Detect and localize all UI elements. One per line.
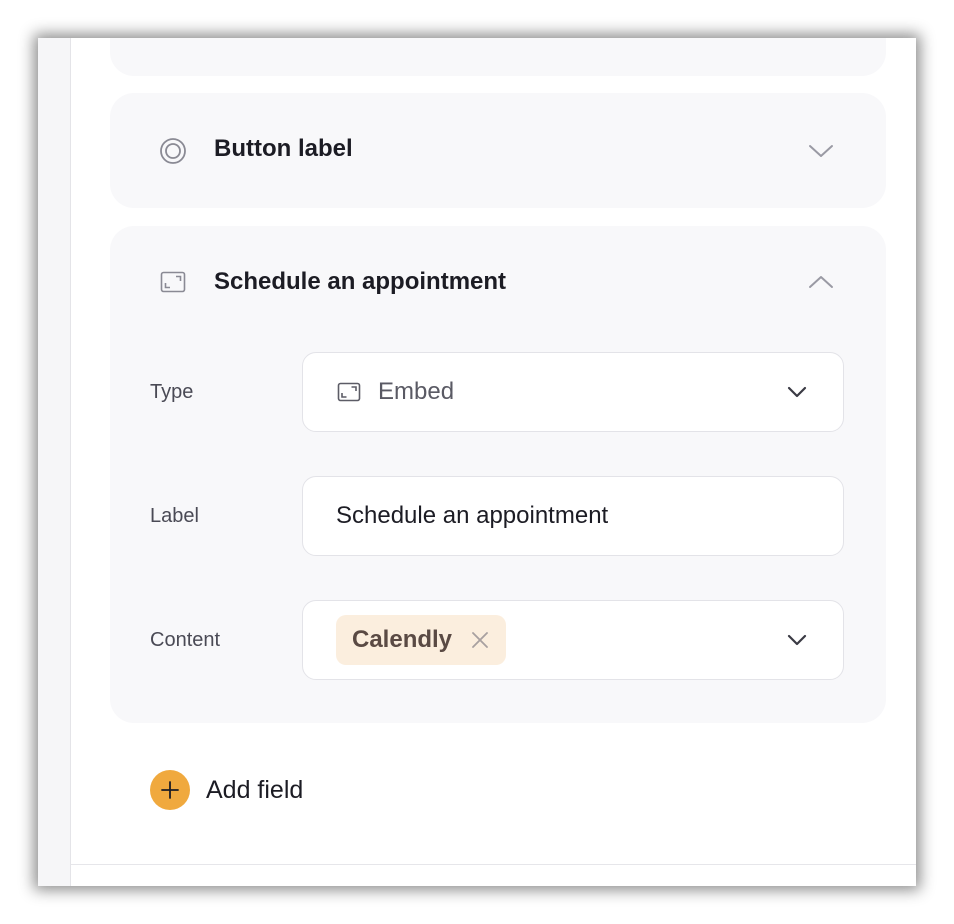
section-header[interactable]: Button label (110, 131, 886, 171)
add-field-label: Add field (206, 775, 304, 804)
label-field-label: Label (150, 505, 199, 527)
type-select[interactable]: Embed (302, 352, 844, 432)
chevron-up-icon[interactable] (806, 267, 836, 297)
section-button-label[interactable]: Button label (110, 93, 886, 208)
chip-label: Calendly (352, 626, 453, 653)
label-input[interactable]: Schedule an appointment (302, 476, 844, 556)
add-field-button[interactable]: Add field (150, 770, 303, 810)
label-input-value: Schedule an appointment (336, 502, 609, 529)
content-label: Content (150, 629, 221, 651)
settings-panel: Button label Schedule an appointment Typ… (38, 38, 916, 886)
remove-chip-icon[interactable] (470, 630, 490, 650)
previous-section-card (110, 38, 886, 76)
section-header[interactable]: Schedule an appointment (110, 263, 886, 303)
left-sidebar-edge (38, 38, 71, 886)
content-chip: Calendly (336, 615, 507, 665)
content-select[interactable]: Calendly (302, 600, 844, 680)
chevron-down-icon[interactable] (785, 628, 809, 652)
section-schedule-appointment: Schedule an appointment Type Embed Label… (110, 226, 886, 723)
type-label: Type (150, 381, 194, 403)
type-select-value: Embed (378, 378, 455, 405)
section-title: Schedule an appointment (214, 268, 507, 295)
section-title: Button label (214, 135, 353, 162)
chevron-down-icon[interactable] (806, 136, 836, 166)
chevron-down-icon[interactable] (785, 380, 809, 404)
plus-icon (150, 770, 190, 810)
divider (71, 864, 916, 865)
embed-frame-icon (158, 267, 188, 297)
embed-frame-icon (337, 381, 361, 403)
radio-target-icon (158, 136, 188, 166)
